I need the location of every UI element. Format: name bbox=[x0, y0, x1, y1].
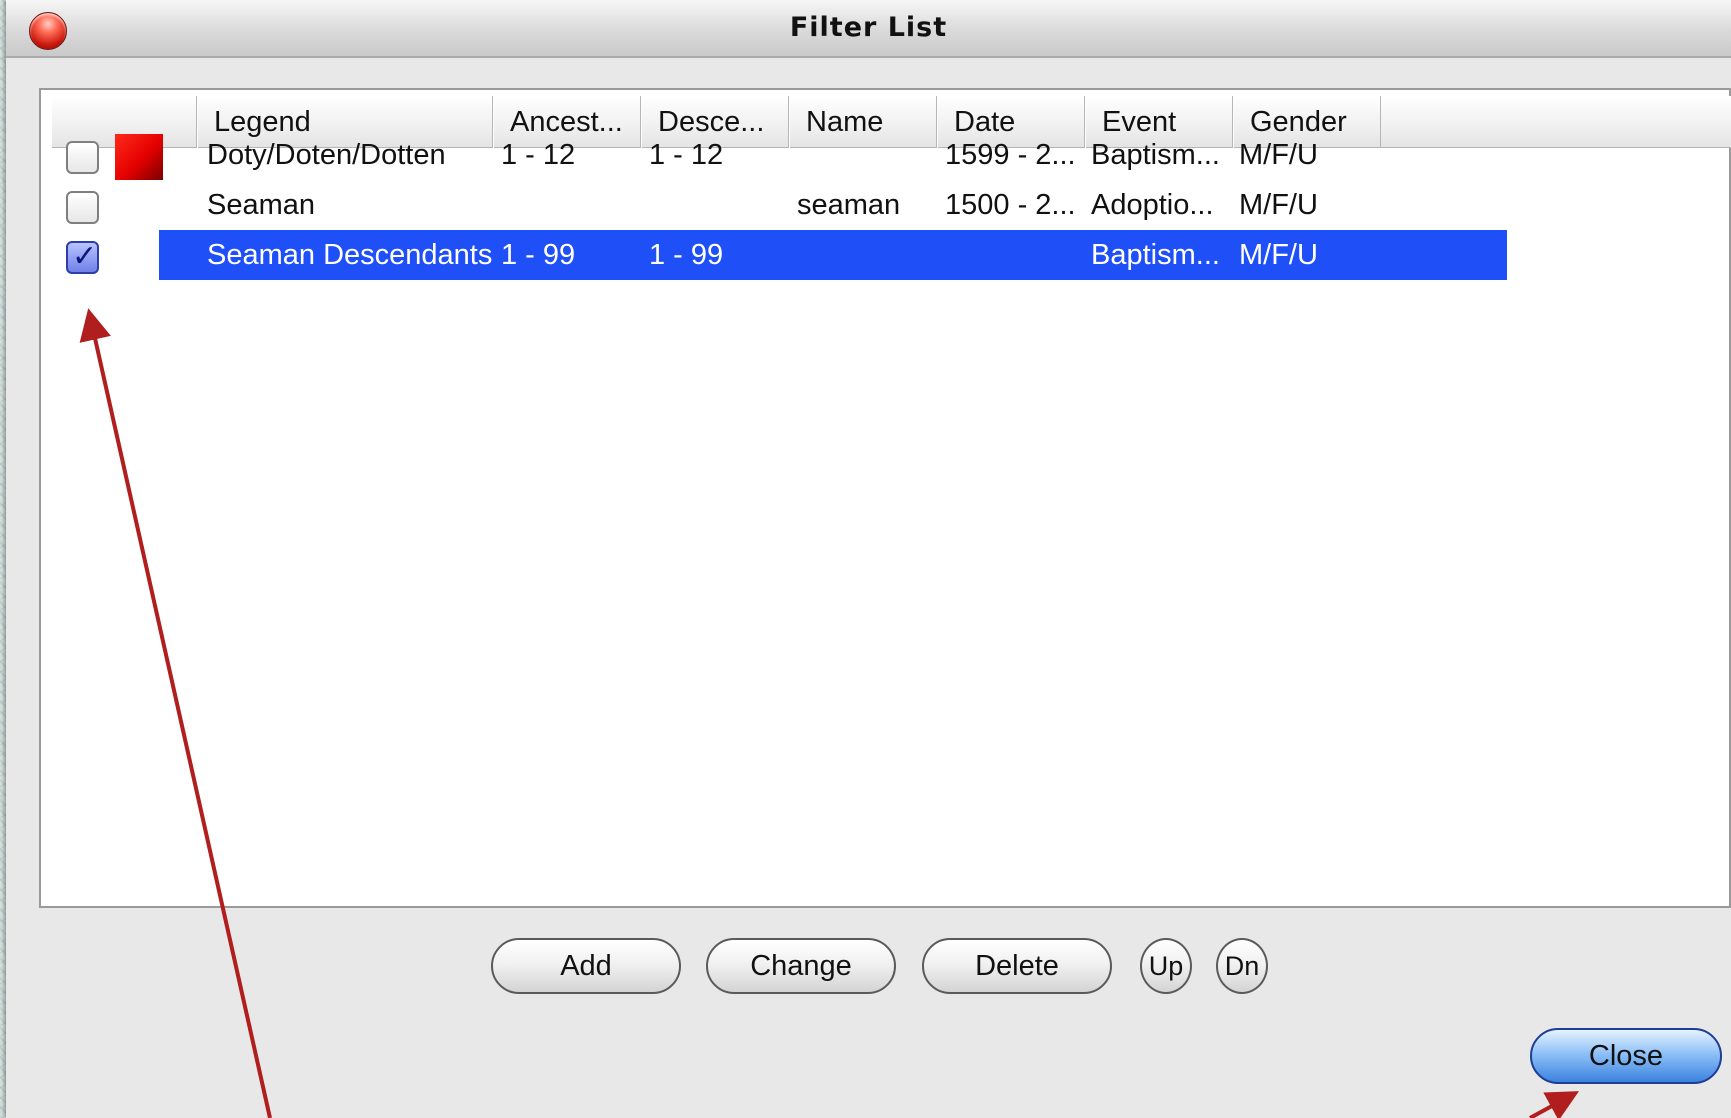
legend-color-swatch bbox=[115, 134, 163, 180]
cell-date: 1500 - 2... bbox=[945, 189, 1076, 221]
cell-date: 1599 - 2... bbox=[945, 139, 1076, 171]
move-down-button[interactable]: Dn bbox=[1216, 938, 1268, 994]
window-title: Filter List bbox=[789, 12, 948, 43]
cell-event: Baptism... bbox=[1091, 139, 1220, 171]
cell-descendants bbox=[649, 180, 789, 230]
filter-list[interactable]: Legend Ancest... Desce... Name Date Even… bbox=[39, 88, 1731, 908]
cell-gender: M/F/U bbox=[1239, 239, 1318, 271]
close-button[interactable]: Close bbox=[1530, 1028, 1722, 1084]
move-up-button[interactable]: Up bbox=[1140, 938, 1192, 994]
cell-legend: Doty/Doten/Dotten bbox=[207, 139, 446, 171]
cell-name: seaman bbox=[797, 189, 901, 221]
change-button[interactable]: Change bbox=[706, 938, 896, 994]
cell-name bbox=[797, 230, 937, 280]
cell-date bbox=[945, 230, 1085, 280]
cell-gender: M/F/U bbox=[1239, 139, 1318, 171]
cell-event: Adoptio... bbox=[1091, 189, 1214, 221]
cell-ancestors: 1 - 12 bbox=[501, 139, 576, 171]
cell-name bbox=[797, 130, 937, 180]
cell-ancestors bbox=[501, 180, 641, 230]
filter-list-window: Filter List Legend Ancest... Desce... Na… bbox=[6, 0, 1731, 1118]
cell-gender: M/F/U bbox=[1239, 189, 1318, 221]
cell-legend: Seaman bbox=[207, 189, 316, 221]
cell-descendants: 1 - 12 bbox=[649, 139, 724, 171]
row-enable-checkbox[interactable] bbox=[66, 191, 99, 224]
cell-descendants: 1 - 99 bbox=[649, 239, 724, 271]
add-button[interactable]: Add bbox=[491, 938, 681, 994]
table-row[interactable]: Doty/Doten/Dotten 1 - 12 1 - 12 1599 - 2… bbox=[41, 130, 1731, 180]
row-enable-checkbox[interactable] bbox=[66, 141, 99, 174]
delete-button[interactable]: Delete bbox=[922, 938, 1112, 994]
cell-legend: Seaman Descendants bbox=[207, 239, 493, 271]
table-row[interactable]: Seaman seaman 1500 - 2... Adoptio... M/F… bbox=[41, 180, 1731, 230]
row-enable-checkbox[interactable] bbox=[66, 239, 99, 274]
cell-event: Baptism... bbox=[1091, 239, 1220, 271]
title-bar[interactable]: Filter List bbox=[6, 0, 1731, 58]
cell-ancestors: 1 - 99 bbox=[501, 239, 576, 271]
table-row-selected[interactable]: Seaman Descendants 1 - 99 1 - 99 Baptism… bbox=[41, 230, 1731, 280]
